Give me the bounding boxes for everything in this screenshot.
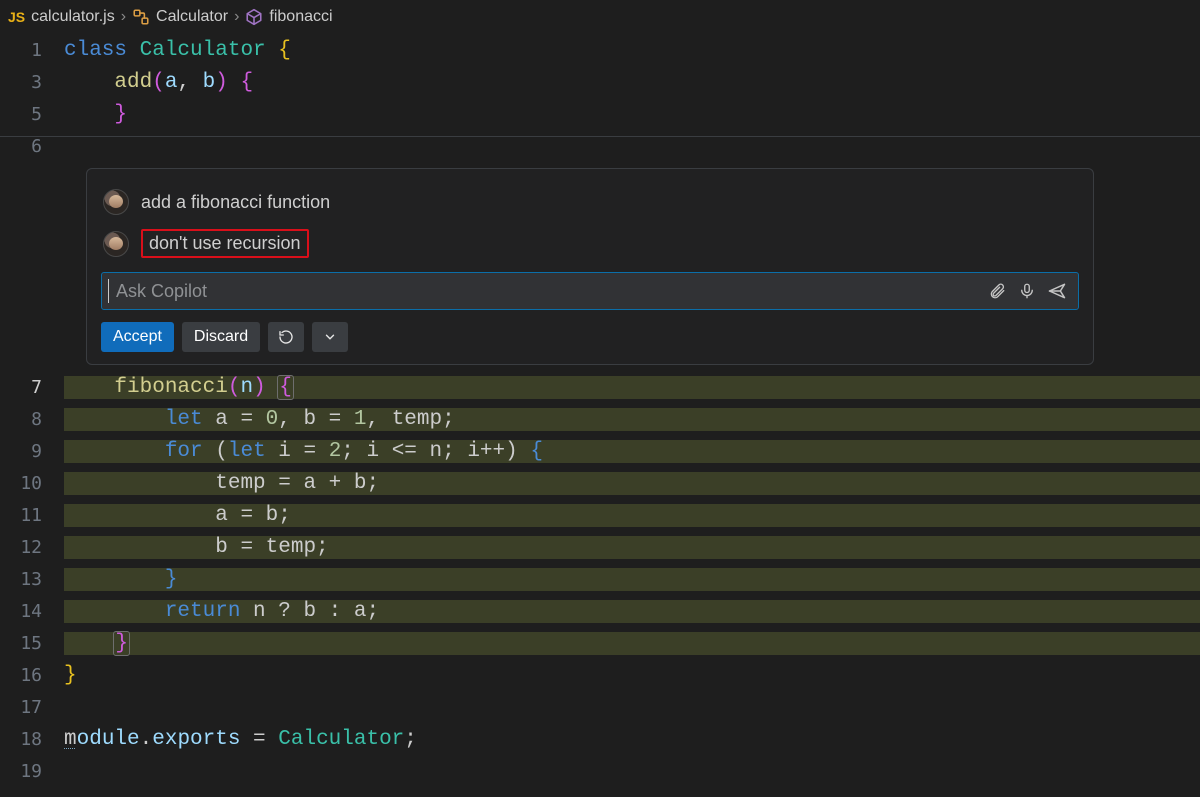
code-line[interactable]: 17 (0, 691, 1200, 723)
code-line[interactable]: 18 module.exports = Calculator; (0, 723, 1200, 755)
avatar (103, 231, 129, 257)
code-line-suggestion[interactable]: 7 fibonacci(n) { (0, 371, 1200, 403)
code-line-suggestion[interactable]: 9 for (let i = 2; i <= n; i++) { (0, 435, 1200, 467)
attach-icon[interactable] (982, 276, 1012, 306)
line-number: 8 (0, 409, 64, 430)
line-number: 6 (0, 136, 64, 157)
code-line-suggestion[interactable]: 12 b = temp; (0, 531, 1200, 563)
chat-message-text: don't use recursion (141, 229, 309, 258)
line-number: 3 (0, 72, 64, 93)
line-number: 17 (0, 697, 64, 718)
breadcrumb-file[interactable]: JS calculator.js (8, 8, 115, 26)
line-number: 14 (0, 601, 64, 622)
js-icon: JS (8, 9, 25, 25)
code-line[interactable]: 5 } (0, 98, 1200, 130)
breadcrumb-class[interactable]: Calculator (132, 8, 228, 26)
code-line[interactable]: 6 (0, 130, 1200, 162)
breadcrumb: JS calculator.js › Calculator › fibonacc… (0, 0, 1200, 34)
regen-icon (278, 329, 294, 345)
line-number: 16 (0, 665, 64, 686)
line-number: 1 (0, 40, 64, 61)
line-number: 11 (0, 505, 64, 526)
line-number: 10 (0, 473, 64, 494)
code-line-suggestion[interactable]: 15 } (0, 627, 1200, 659)
line-number: 18 (0, 729, 64, 750)
mic-icon[interactable] (1012, 276, 1042, 306)
code-line-suggestion[interactable]: 13 } (0, 563, 1200, 595)
class-icon (132, 8, 150, 26)
code-editor[interactable]: 1 class Calculator { 3 add(a, b) { 5 } 6… (0, 34, 1200, 787)
chat-message-text: add a fibonacci function (141, 192, 330, 213)
line-number: 15 (0, 633, 64, 654)
breadcrumb-file-label: calculator.js (31, 8, 115, 26)
code-line-suggestion[interactable]: 14 return n ? b : a; (0, 595, 1200, 627)
chat-message: add a fibonacci function (103, 189, 1079, 215)
line-number: 9 (0, 441, 64, 462)
code-line-suggestion[interactable]: 11 a = b; (0, 499, 1200, 531)
more-actions-button[interactable] (312, 322, 348, 352)
regenerate-button[interactable] (268, 322, 304, 352)
chevron-right-icon: › (121, 8, 126, 26)
code-line[interactable]: 19 (0, 755, 1200, 787)
accept-button[interactable]: Accept (101, 322, 174, 352)
send-icon[interactable] (1042, 276, 1072, 306)
breadcrumb-class-label: Calculator (156, 8, 228, 26)
discard-button[interactable]: Discard (182, 322, 260, 352)
breadcrumb-method[interactable]: fibonacci (245, 8, 332, 26)
chat-message: don't use recursion (103, 229, 1079, 258)
code-line-suggestion[interactable]: 10 temp = a + b; (0, 467, 1200, 499)
fold-separator (0, 136, 1200, 137)
avatar (103, 189, 129, 215)
chat-actions: Accept Discard (101, 322, 1079, 352)
line-number: 13 (0, 569, 64, 590)
method-icon (245, 8, 263, 26)
code-line[interactable]: 3 add(a, b) { (0, 66, 1200, 98)
breadcrumb-method-label: fibonacci (269, 8, 332, 26)
code-line[interactable]: 1 class Calculator { (0, 34, 1200, 66)
line-number: 7 (0, 377, 64, 398)
chevron-right-icon: › (234, 8, 239, 26)
chat-input[interactable] (110, 281, 982, 302)
line-number: 12 (0, 537, 64, 558)
chat-input-container (101, 272, 1079, 310)
line-number: 5 (0, 104, 64, 125)
code-line[interactable]: 16 } (0, 659, 1200, 691)
inline-chat-panel: add a fibonacci function don't use recur… (86, 168, 1094, 365)
chevron-down-icon (323, 330, 337, 344)
line-number: 19 (0, 761, 64, 782)
code-line-suggestion[interactable]: 8 let a = 0, b = 1, temp; (0, 403, 1200, 435)
